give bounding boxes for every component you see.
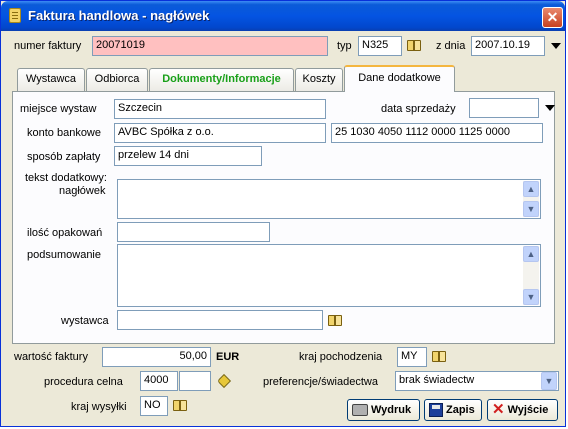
- packages-field[interactable]: [117, 222, 270, 242]
- invoice-number-label: numer faktury: [14, 40, 82, 52]
- bank-name-field[interactable]: AVBC Spółka z o.o.: [114, 123, 326, 143]
- scroll-down-icon[interactable]: ▼: [523, 289, 539, 305]
- scroll-up-icon[interactable]: ▲: [523, 181, 539, 197]
- summary-label: podsumowanie: [27, 249, 101, 261]
- payment-field[interactable]: przelew 14 dni: [114, 146, 262, 166]
- preference-select[interactable]: brak świadectw: [395, 371, 559, 391]
- print-label: Wydruk: [371, 404, 412, 416]
- exit-button[interactable]: ✕ Wyjście: [487, 399, 558, 421]
- type-label: typ: [337, 40, 352, 52]
- invoice-value-label: wartość faktury: [14, 351, 88, 363]
- type-field[interactable]: N325: [358, 36, 402, 56]
- header-text-label: nagłówek: [59, 185, 106, 197]
- scroll-down-icon[interactable]: ▼: [523, 201, 539, 217]
- bank-account-field[interactable]: 25 1030 4050 1112 0000 1125 0000: [331, 123, 543, 143]
- sale-date-field[interactable]: [469, 98, 539, 118]
- summary-text-area[interactable]: ▲ ▼: [117, 244, 541, 307]
- window-title: Faktura handlowa - nagłówek: [28, 8, 210, 23]
- header-text-area[interactable]: ▲ ▼: [117, 179, 541, 219]
- date-field[interactable]: 2007.10.19: [471, 36, 545, 56]
- printer-icon: [352, 404, 368, 417]
- tab-dane-dodatkowe[interactable]: Dane dodatkowe: [344, 65, 455, 92]
- print-button[interactable]: Wydruk: [347, 399, 420, 421]
- header-text-scrollbar[interactable]: ▲ ▼: [523, 181, 539, 217]
- origin-field[interactable]: MY: [397, 347, 427, 367]
- book-icon[interactable]: [173, 399, 188, 412]
- procedure-field[interactable]: 4000: [140, 371, 178, 391]
- exit-x-icon: ✕: [492, 401, 505, 419]
- issuer-field[interactable]: [117, 310, 323, 330]
- tab-koszty[interactable]: Koszty: [295, 68, 343, 91]
- title-bar[interactable]: Faktura handlowa - nagłówek ✕: [1, 1, 565, 31]
- tab-odbiorca[interactable]: Odbiorca: [86, 68, 148, 91]
- book-icon[interactable]: [328, 314, 343, 327]
- save-label: Zapis: [446, 404, 475, 416]
- payment-label: sposób zapłaty: [27, 151, 101, 163]
- chevron-down-icon[interactable]: ▼: [541, 372, 557, 390]
- bank-label: konto bankowe: [27, 127, 101, 139]
- edit-pencil-icon[interactable]: [216, 373, 232, 389]
- extra-text-label: tekst dodatkowy:: [25, 172, 107, 184]
- close-button[interactable]: ✕: [542, 7, 563, 28]
- place-field[interactable]: Szczecin: [114, 99, 326, 119]
- dispatch-label: kraj wysyłki: [71, 401, 127, 413]
- date-dropdown-icon[interactable]: [551, 43, 561, 49]
- packages-label: ilość opakowań: [27, 227, 103, 239]
- document-icon: [9, 8, 21, 23]
- tab-dokumenty[interactable]: Dokumenty/Informacje: [149, 68, 294, 91]
- summary-scrollbar[interactable]: ▲ ▼: [523, 246, 539, 305]
- invoice-number-field[interactable]: 20071019: [92, 36, 328, 56]
- floppy-disk-icon: [429, 403, 443, 418]
- preference-label: preferencje/świadectwa: [263, 376, 378, 388]
- save-button[interactable]: Zapis: [424, 399, 482, 421]
- place-label: miejsce wystaw: [20, 103, 97, 115]
- origin-label: kraj pochodzenia: [299, 351, 383, 363]
- dispatch-field[interactable]: NO: [140, 396, 168, 416]
- tab-wystawca[interactable]: Wystawca: [17, 68, 85, 91]
- sale-date-label: data sprzedaży: [381, 103, 456, 115]
- invoice-header-window: Faktura handlowa - nagłówek ✕ numer fakt…: [0, 0, 566, 427]
- sale-date-dropdown-icon[interactable]: [545, 105, 555, 111]
- book-icon[interactable]: [432, 350, 447, 363]
- issuer-label: wystawca: [61, 315, 109, 327]
- procedure-label: procedura celna: [44, 376, 123, 388]
- date-label: z dnia: [436, 40, 466, 52]
- currency-label: EUR: [216, 351, 240, 363]
- scroll-up-icon[interactable]: ▲: [523, 246, 539, 262]
- book-icon[interactable]: [407, 39, 422, 52]
- procedure-field-2[interactable]: [179, 371, 211, 391]
- exit-label: Wyjście: [507, 404, 549, 416]
- invoice-value-field[interactable]: 50,00: [102, 347, 211, 367]
